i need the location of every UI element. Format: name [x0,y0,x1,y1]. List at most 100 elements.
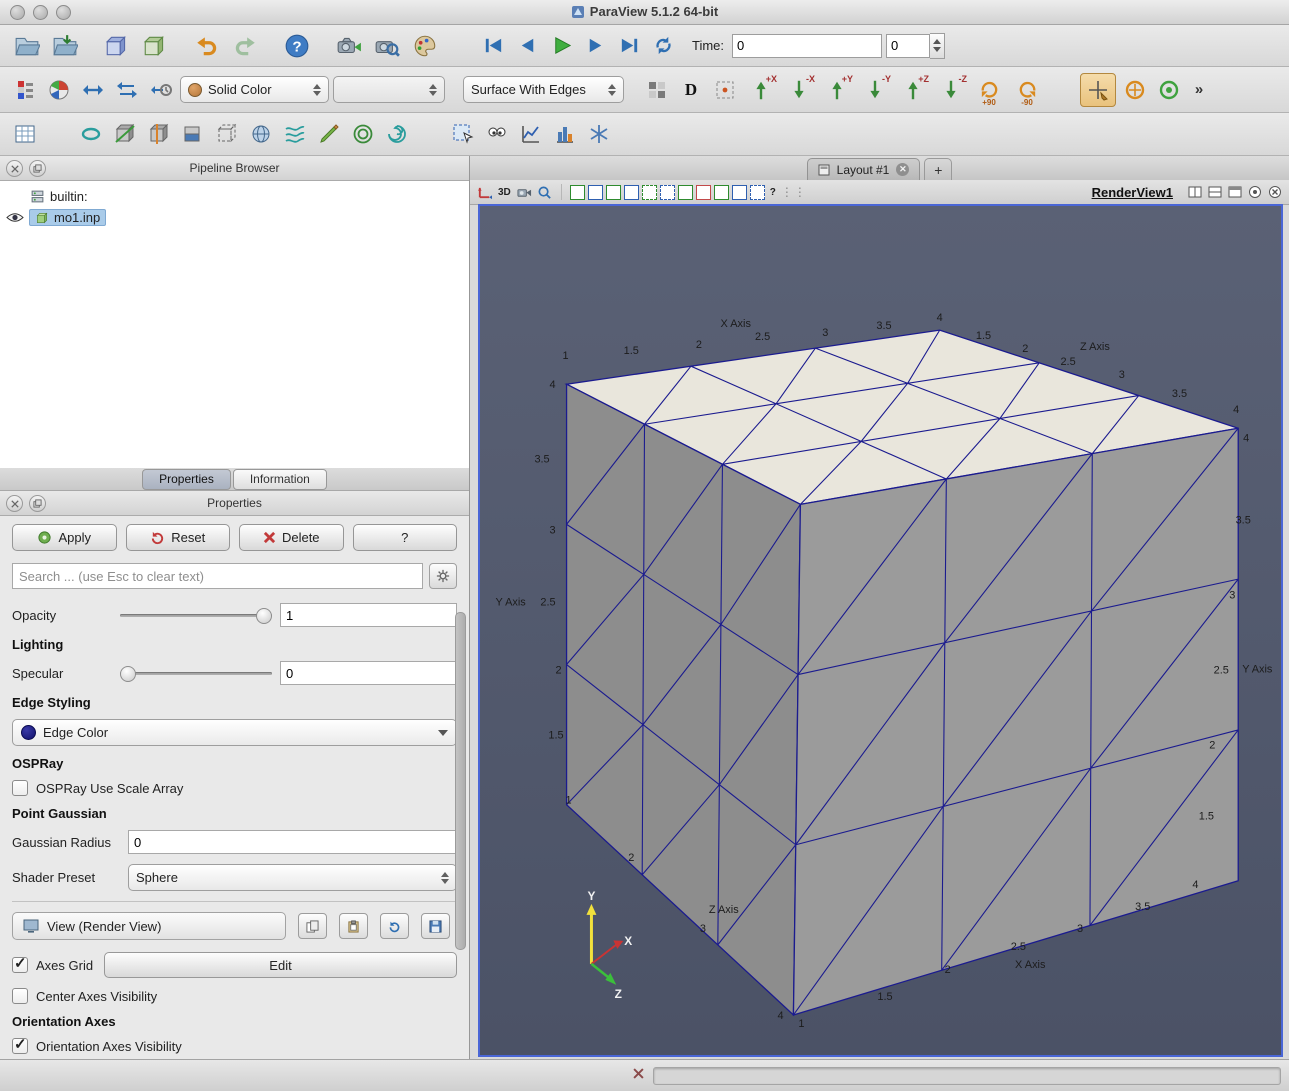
opacity-slider[interactable] [120,607,272,623]
abort-progress-button[interactable] [633,1068,644,1079]
shader-preset-combo[interactable]: Sphere [128,864,457,891]
toggle-interaction-mode-icon[interactable] [476,184,493,201]
properties-float-button[interactable] [29,495,46,512]
center-axes-visibility-checkbox[interactable]: Center Axes Visibility [12,988,457,1004]
adjust-camera-icon[interactable] [516,184,533,201]
split-horizontal-button[interactable] [1186,184,1203,201]
next-frame-button[interactable] [580,30,610,62]
first-frame-button[interactable] [478,30,508,62]
props-help-button[interactable]: ? [353,524,458,551]
close-layout-tab-button[interactable]: ✕ [896,163,909,176]
integrate-variables-button[interactable] [382,118,412,150]
help-button[interactable]: ? [280,30,314,62]
contour-filter-button[interactable] [348,118,378,150]
find-data-button[interactable] [482,118,512,150]
opacity-input[interactable] [280,603,457,627]
hover-points-icon[interactable] [750,185,765,200]
stream-tracer-button[interactable] [280,118,310,150]
set-view-minus-y-button[interactable]: -Y [858,74,892,106]
maximize-view-button[interactable] [1226,184,1243,201]
visibility-eye-icon[interactable] [6,212,24,223]
hover-cells-icon[interactable] [732,185,747,200]
capture-screenshot-button[interactable] [370,30,404,62]
axes-grid-edit-button[interactable]: Edit [104,952,457,978]
adjust-camera-button[interactable] [710,74,740,106]
redo-button[interactable] [228,30,262,62]
frame-spinner-input[interactable] [886,34,930,58]
orientation-axes-visibility-checkbox[interactable]: Orientation Axes Visibility [12,1038,457,1054]
rescale-to-data-range-button[interactable] [78,74,108,106]
color-palette-button[interactable] [408,30,442,62]
representation-combo[interactable]: Surface With Edges [463,76,624,103]
last-frame-button[interactable] [614,30,644,62]
reset-camera-button[interactable] [332,30,366,62]
show-center-axes-button[interactable] [642,74,672,106]
threshold-filter-button[interactable] [178,118,208,150]
clip-filter-button[interactable] [110,118,140,150]
properties-scrollbar[interactable] [455,612,466,950]
select-points-on-surface-icon[interactable] [588,185,603,200]
select-cells-through-icon[interactable] [606,185,621,200]
paste-view-settings-button[interactable] [339,913,368,939]
camera-link-button[interactable] [1154,74,1184,106]
selection-help-button[interactable]: ? [768,184,778,201]
select-block-icon[interactable] [678,185,693,200]
edit-axes-grid-button[interactable] [1080,73,1116,107]
frame-spinner-arrows[interactable] [930,33,945,59]
delete-button[interactable]: Delete [239,524,344,551]
histogram-view-button[interactable] [550,118,580,150]
tab-properties[interactable]: Properties [142,469,231,490]
view-section-button[interactable]: View (Render View) [12,912,286,940]
pipeline-close-button[interactable] [6,160,23,177]
ospray-scale-array-checkbox[interactable]: OSPRay Use Scale Array [12,780,457,796]
detach-view-button[interactable] [1246,184,1263,201]
play-button[interactable] [546,30,576,62]
camera-mode-3d-button[interactable]: 3D [496,184,513,201]
axes-grid-checkbox[interactable]: Axes Grid [12,957,96,973]
glyph-filter-button[interactable] [246,118,276,150]
warp-filter-button[interactable] [314,118,344,150]
interactive-select-points-icon[interactable] [714,185,729,200]
select-cells-on-button[interactable] [448,118,478,150]
previous-frame-button[interactable] [512,30,542,62]
probe-location-button[interactable] [76,118,106,150]
select-cells-polygon-icon[interactable] [642,185,657,200]
rotate-90-ccw-button[interactable]: -90 [1010,74,1044,106]
select-cells-on-surface-icon[interactable] [570,185,585,200]
set-view-minus-x-button[interactable]: -X [782,74,816,106]
select-points-through-icon[interactable] [624,185,639,200]
temporal-interpolator-button[interactable] [584,118,614,150]
spreadsheet-view-button[interactable] [10,118,40,150]
tab-layout-1[interactable]: Layout #1 ✕ [807,158,921,180]
interactive-select-cells-icon[interactable] [696,185,711,200]
copy-view-settings-button[interactable] [298,913,327,939]
set-view-plus-x-button[interactable]: +X [744,74,778,106]
zoom-to-box-icon[interactable] [536,184,553,201]
save-view-defaults-button[interactable] [421,913,450,939]
toolbar-overflow-button[interactable]: » [1188,74,1210,106]
time-input[interactable] [732,34,882,58]
show-orientation-axes-button[interactable] [1120,74,1150,106]
edge-color-combo[interactable]: Edge Color [12,719,457,746]
load-state-button[interactable] [100,30,134,62]
specular-slider[interactable] [120,665,272,681]
slice-filter-button[interactable] [144,118,174,150]
search-input[interactable] [12,563,423,589]
pipeline-item-source[interactable]: mo1.inp [0,207,469,228]
search-options-button[interactable] [429,563,457,589]
set-view-plus-y-button[interactable]: +Y [820,74,854,106]
reset-button[interactable]: Reset [126,524,231,551]
specular-input[interactable] [280,661,457,685]
add-layout-tab-button[interactable]: + [924,158,952,180]
toggle-color-legend-button[interactable] [10,74,40,106]
pipeline-item-builtin[interactable]: builtin: [0,186,469,207]
toggle-2d-mode-button[interactable]: D [676,74,706,106]
toolbar-grip[interactable]: ⋮⋮ [781,185,807,199]
color-by-combo[interactable]: Solid Color [180,76,329,103]
loop-button[interactable] [648,30,678,62]
open-file-button[interactable] [10,30,44,62]
select-points-polygon-icon[interactable] [660,185,675,200]
render-scene[interactable]: X Axis11.522.533.54Z Axis1.522.533.5443.… [480,206,1281,1055]
rescale-to-custom-range-button[interactable] [112,74,142,106]
save-state-button[interactable] [138,30,172,62]
